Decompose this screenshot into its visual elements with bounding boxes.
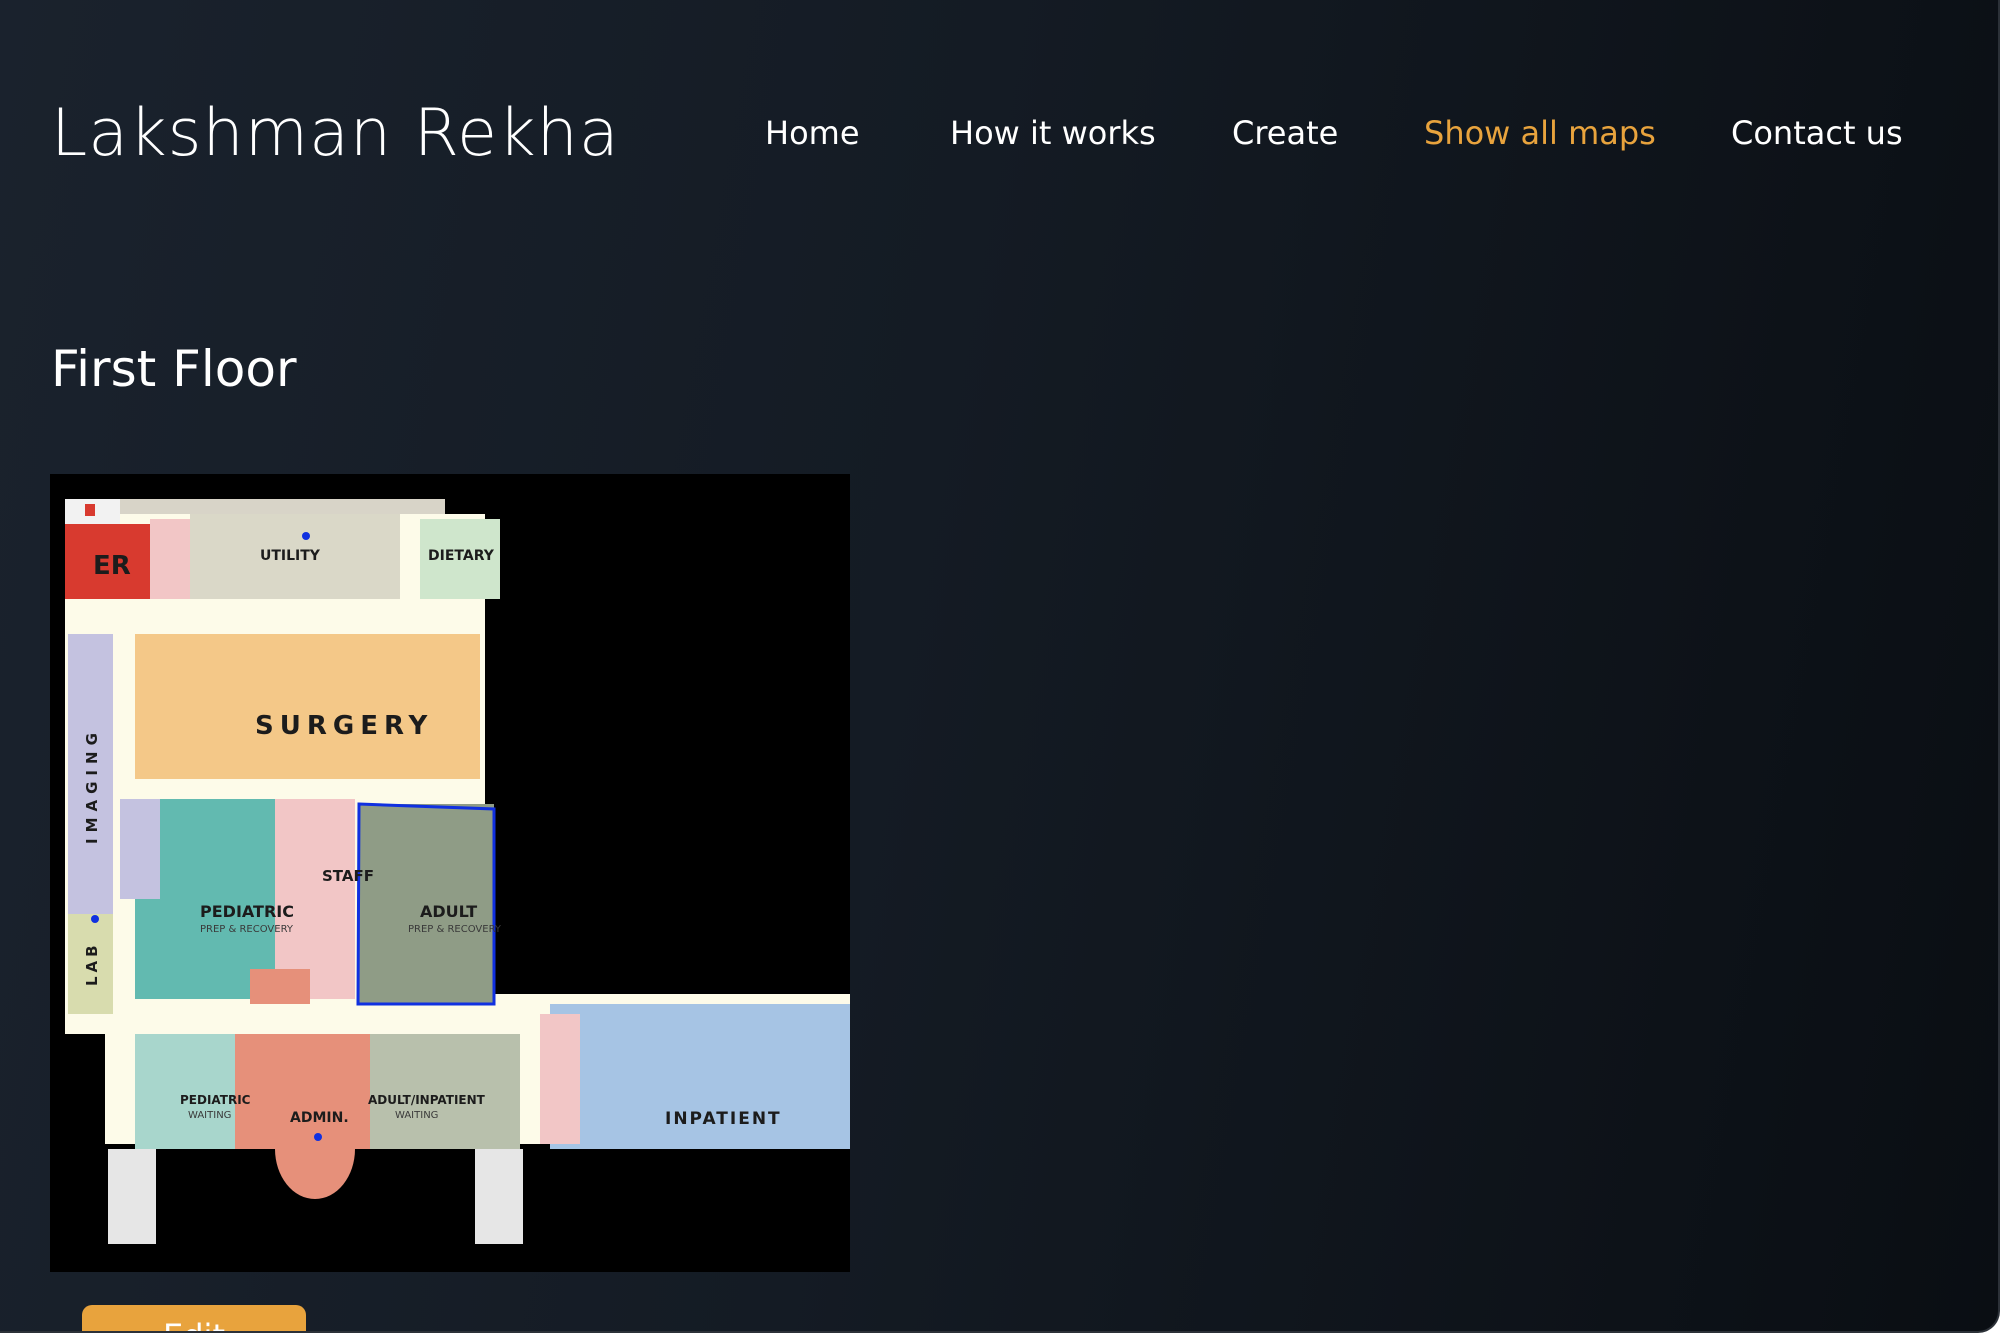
utility-label: UTILITY xyxy=(260,548,321,564)
admin-zone xyxy=(235,1034,370,1149)
dietary-label: DIETARY xyxy=(428,548,495,564)
nav-home[interactable]: Home xyxy=(765,114,860,152)
adult-label: ADULT xyxy=(420,902,477,921)
page-title: First Floor xyxy=(51,340,297,398)
adult-inpatient-waiting-sub-label: WAITING xyxy=(395,1110,438,1121)
pediatric-waiting-zone xyxy=(135,1034,235,1149)
pediatric-waiting-label: PEDIATRIC xyxy=(180,1093,251,1107)
er-label: ER xyxy=(93,551,131,581)
floor-plan-image[interactable]: ER UTILITY DIETARY SURGERY IMAGING LAB S… xyxy=(50,474,850,1272)
surgery-label: SURGERY xyxy=(255,711,433,741)
inpatient-label: INPATIENT xyxy=(665,1109,782,1129)
adult-waiting-zone xyxy=(370,1034,520,1149)
pediatric-waiting-sub-label: WAITING xyxy=(188,1110,231,1121)
nav-how-it-works[interactable]: How it works xyxy=(950,114,1156,152)
app-window: Lakshman Rekha Home How it works Create … xyxy=(0,0,2000,1333)
edit-button[interactable]: Edit xyxy=(82,1305,306,1331)
adult-sub-label: PREP & RECOVERY xyxy=(408,924,502,935)
surgery-zone xyxy=(135,634,480,779)
lab-label: LAB xyxy=(83,941,101,986)
nav-create[interactable]: Create xyxy=(1232,114,1338,152)
admin-label: ADMIN. xyxy=(290,1110,349,1126)
nav-contact-us[interactable]: Contact us xyxy=(1731,114,1903,152)
floor-map[interactable]: ER UTILITY DIETARY SURGERY IMAGING LAB S… xyxy=(50,474,850,1272)
adult-inpatient-waiting-label: ADULT/INPATIENT xyxy=(368,1093,486,1107)
nav-show-all-maps[interactable]: Show all maps xyxy=(1424,114,1656,152)
pediatric-label: PEDIATRIC xyxy=(200,902,294,921)
main-nav: Home How it works Create Show all maps C… xyxy=(0,114,1998,164)
pediatric-sub-label: PREP & RECOVERY xyxy=(200,924,294,935)
imaging-label: IMAGING xyxy=(83,727,101,844)
staff-label: STAFF xyxy=(322,867,374,885)
